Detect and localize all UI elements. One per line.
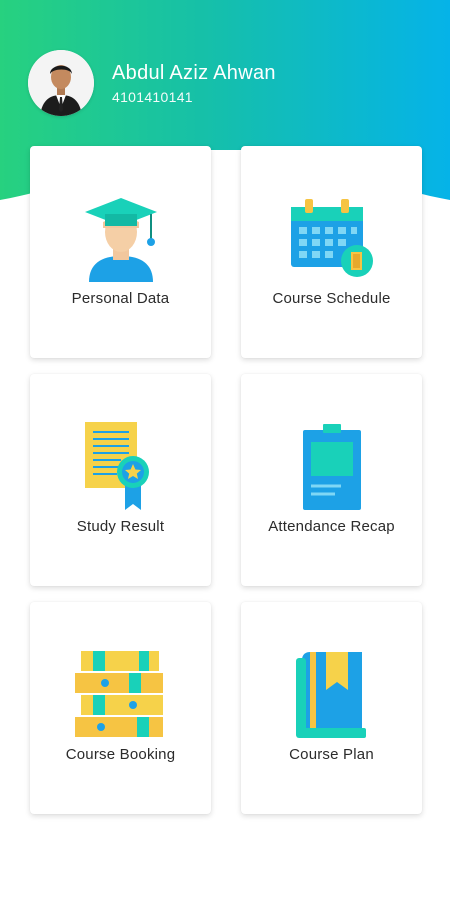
attendance-recap-label: Attendance Recap [268,518,395,535]
stacked-books-icon [74,651,163,737]
study-result-label: Study Result [76,518,165,535]
course-schedule-card[interactable]: Course Schedule [241,146,422,358]
student-id: 4101410141 [112,88,193,105]
personal-data-label: Personal Data [71,290,170,307]
attendance-recap-card[interactable]: Attendance Recap [241,374,422,586]
course-schedule-label: Course Schedule [272,290,391,307]
certificate-icon [84,422,149,510]
menu-grid: Personal Data Course Schedule Study Resu… [30,146,422,814]
student-graduate-icon [84,198,157,282]
clipboard-icon [302,424,361,510]
avatar[interactable] [28,50,94,116]
course-booking-card[interactable]: Course Booking [30,602,211,814]
course-plan-label: Course Plan [289,746,374,763]
personal-data-card[interactable]: Personal Data [30,146,211,358]
profile-name: Abdul Aziz Ahwan [112,61,276,84]
course-plan-card[interactable]: Course Plan [241,602,422,814]
bookmark-book-icon [295,652,366,738]
calendar-icon [290,199,373,277]
profile-header: Abdul Aziz Ahwan 4101410141 [28,50,276,116]
user-photo-icon [28,50,94,116]
course-booking-label: Course Booking [65,746,176,763]
study-result-card[interactable]: Study Result [30,374,211,586]
